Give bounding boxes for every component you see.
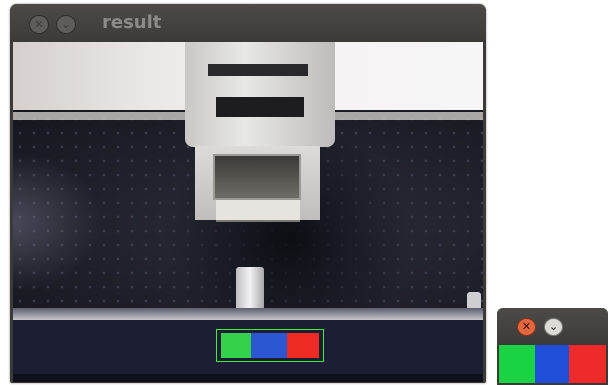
red-block <box>287 333 319 358</box>
robot-slot <box>208 64 308 76</box>
conveyor-edge-top <box>13 308 483 320</box>
robot-gripper <box>213 154 301 200</box>
green-block <box>221 333 251 358</box>
close-icon[interactable]: ✕ <box>29 15 49 34</box>
chevron-down-icon[interactable]: ⌄ <box>56 15 76 34</box>
robot-arm-upper <box>185 42 335 147</box>
window-title: result <box>102 12 162 33</box>
conveyor-edge-bottom <box>13 374 483 382</box>
robot-slot-lower <box>216 97 304 117</box>
detection-box <box>216 329 324 362</box>
title-bar[interactable]: ✕ ⌄ result <box>10 4 486 40</box>
blue-swatch <box>535 345 569 383</box>
green-swatch <box>499 345 535 383</box>
robot-gripper-base <box>216 200 300 222</box>
light-reflection <box>13 152 103 292</box>
title-bar-small[interactable]: ✕ ⌄ <box>497 308 608 344</box>
camera-view <box>13 42 483 382</box>
blue-block <box>251 333 287 358</box>
color-strip-window: ✕ ⌄ <box>497 308 608 385</box>
close-icon[interactable]: ✕ <box>517 318 536 336</box>
color-strip-view <box>499 345 606 383</box>
red-swatch <box>569 345 606 383</box>
chevron-down-icon[interactable]: ⌄ <box>544 318 563 336</box>
result-window: ✕ ⌄ result <box>10 4 486 383</box>
